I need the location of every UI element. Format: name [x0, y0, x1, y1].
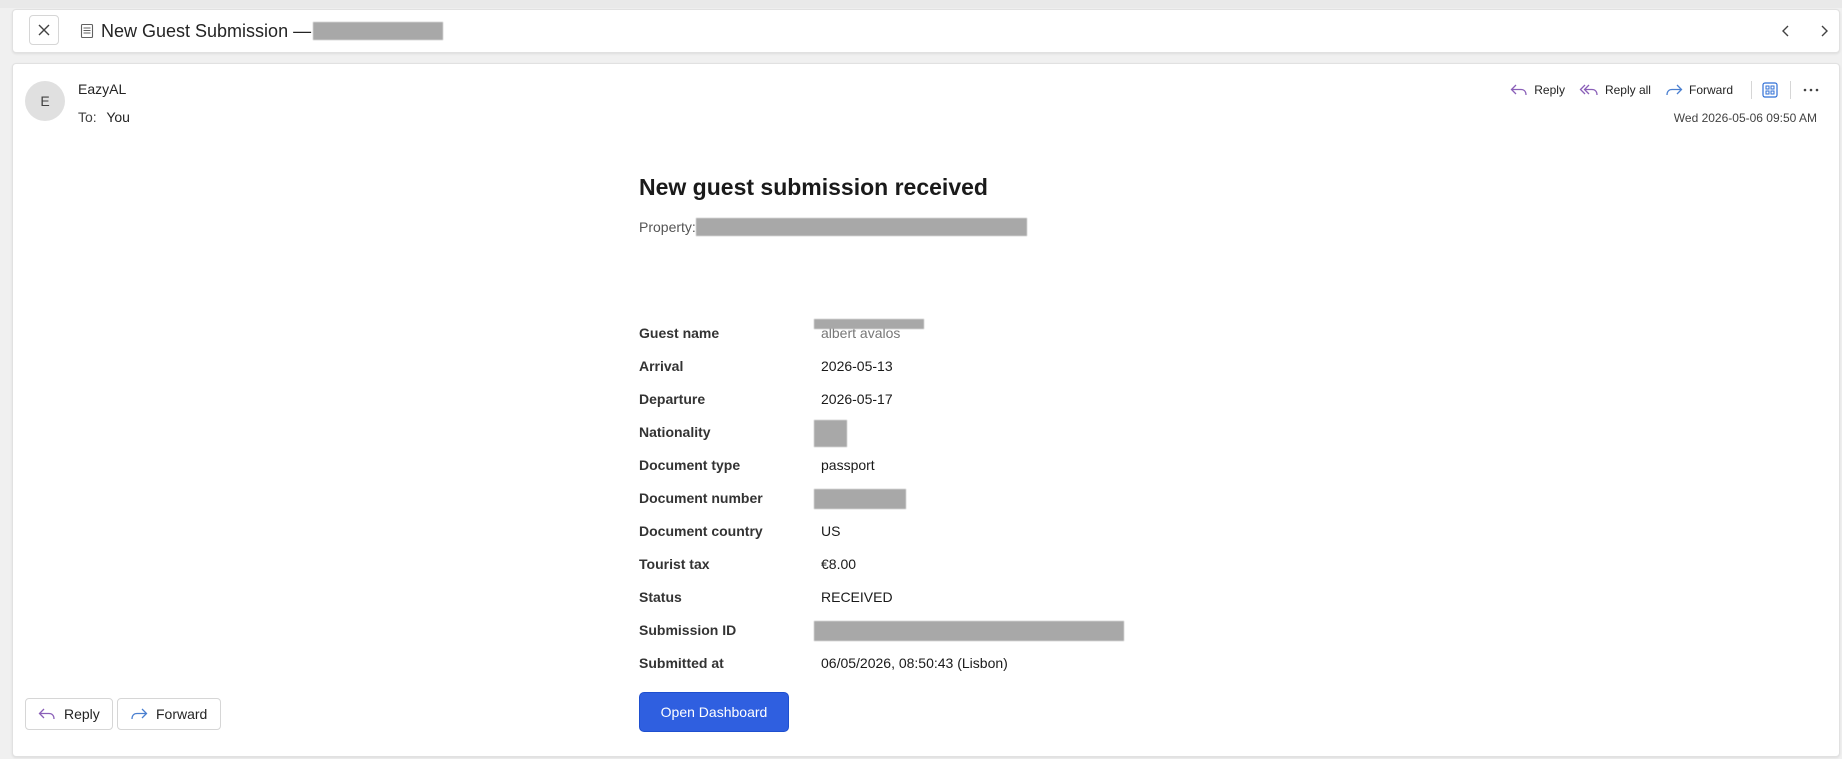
reply-all-label: Reply all	[1604, 83, 1651, 97]
redacted-value	[814, 489, 906, 509]
field-value: 2026-05-13	[821, 358, 893, 374]
reply-label: Reply	[1534, 83, 1565, 97]
forward-button[interactable]: Forward	[1665, 83, 1733, 97]
message-icon	[80, 23, 94, 39]
field-row-document-number: Document number	[639, 489, 1159, 510]
forward-icon	[131, 708, 148, 720]
recipient-name[interactable]: You	[106, 109, 130, 125]
message-actions: Reply Reply all Forward	[1496, 77, 1819, 103]
reading-pane-header: New Guest Submission —	[12, 9, 1840, 53]
field-row-nationality: Nationality	[639, 420, 1159, 447]
forward-icon	[1666, 84, 1683, 96]
field-value: 06/05/2026, 08:50:43 (Lisbon)	[821, 655, 1008, 671]
sender-name[interactable]: EazyAL	[78, 81, 126, 97]
apps-icon	[1762, 82, 1778, 98]
field-value: US	[821, 523, 841, 539]
field-label: Document type	[639, 457, 741, 473]
reply-button[interactable]: Reply	[1510, 83, 1565, 97]
field-row-status: Status RECEIVED	[639, 589, 1159, 609]
footer-forward-label: Forward	[156, 706, 208, 722]
field-row-document-type: Document type passport	[639, 457, 1159, 477]
subject-title: New Guest Submission —	[101, 20, 312, 41]
open-dashboard-button[interactable]: Open Dashboard	[639, 692, 789, 732]
chevron-right-icon	[1821, 25, 1828, 37]
top-strip	[0, 0, 1842, 8]
avatar: E	[25, 81, 65, 121]
property-line: Property:	[639, 218, 1027, 236]
field-row-departure: Departure 2026-05-17	[639, 391, 1159, 411]
to-label: To:	[78, 109, 97, 125]
chevron-left-icon	[1782, 25, 1789, 37]
field-row-guest-name: Guest name albert avalos	[639, 319, 1159, 345]
next-message-button[interactable]	[1813, 20, 1835, 42]
field-row-arrival: Arrival 2026-05-13	[639, 358, 1159, 378]
field-row-document-country: Document country US	[639, 523, 1159, 543]
field-label: Nationality	[639, 424, 711, 440]
field-label: Document country	[639, 523, 763, 539]
more-icon	[1803, 88, 1819, 92]
previous-message-button[interactable]	[1775, 20, 1797, 42]
reply-all-icon	[1579, 84, 1598, 96]
field-label: Document number	[639, 490, 763, 506]
field-label: Guest name	[639, 325, 720, 341]
divider	[1751, 81, 1752, 99]
subject-redacted-name	[313, 22, 444, 40]
sent-date: Wed 2026-05-06 09:50 AM	[1673, 111, 1817, 125]
field-label: Submitted at	[639, 655, 724, 671]
footer-reply-button[interactable]: Reply	[25, 698, 113, 730]
field-row-submission-id: Submission ID	[639, 621, 1159, 642]
footer-reply-label: Reply	[64, 706, 100, 722]
reply-all-button[interactable]: Reply all	[1579, 83, 1651, 97]
apps-button[interactable]	[1762, 82, 1778, 98]
field-value: 2026-05-17	[821, 391, 893, 407]
field-row-tourist-tax: Tourist tax €8.00	[639, 556, 1159, 576]
forward-label: Forward	[1688, 83, 1733, 97]
field-label: Status	[639, 589, 682, 605]
redacted-value	[814, 319, 924, 329]
message-card: E EazyAL To: You Reply Reply all Forward	[12, 63, 1840, 757]
property-value-redacted	[695, 218, 1027, 236]
field-label: Submission ID	[639, 622, 737, 638]
reply-icon	[1510, 84, 1527, 96]
close-icon	[38, 24, 50, 36]
reply-icon	[38, 708, 55, 720]
field-value: €8.00	[821, 556, 857, 572]
redacted-value	[814, 621, 1124, 641]
close-button[interactable]	[29, 15, 59, 45]
more-actions-button[interactable]	[1803, 87, 1819, 93]
field-label: Arrival	[639, 358, 684, 374]
field-label: Departure	[639, 391, 706, 407]
field-row-submitted-at: Submitted at 06/05/2026, 08:50:43 (Lisbo…	[639, 655, 1159, 675]
field-value: passport	[821, 457, 875, 473]
subject-line: New Guest Submission —	[79, 20, 444, 42]
email-heading: New guest submission received	[639, 174, 988, 200]
divider	[1790, 81, 1791, 99]
footer-forward-button[interactable]: Forward	[117, 698, 221, 730]
recipient-line: To: You	[78, 109, 130, 125]
field-value: RECEIVED	[821, 589, 893, 605]
redacted-value	[814, 420, 847, 447]
property-label: Property:	[639, 219, 696, 235]
field-label: Tourist tax	[639, 556, 710, 572]
